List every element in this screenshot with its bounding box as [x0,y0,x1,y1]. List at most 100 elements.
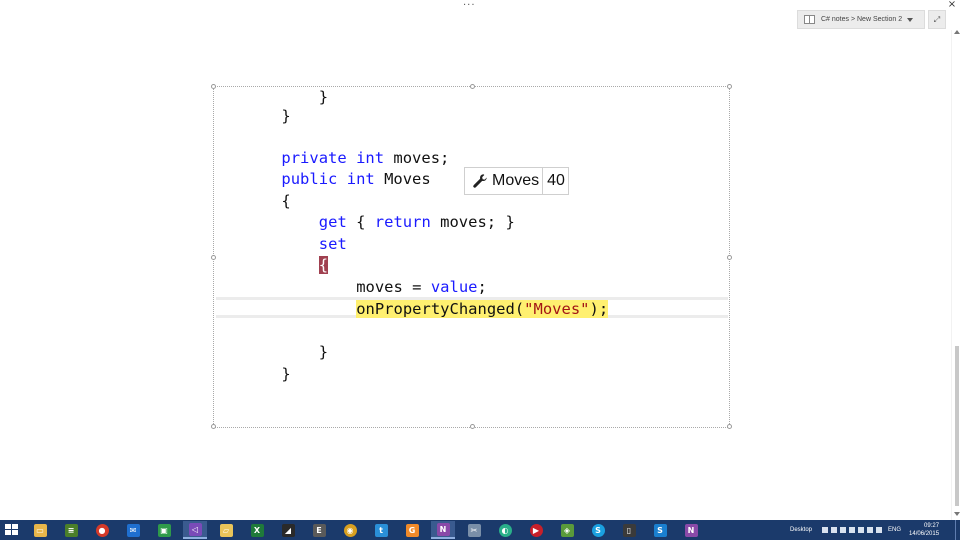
skype-icon: S [591,523,605,537]
taskbar-app-folder[interactable]: ▱ [214,521,238,539]
show-desktop-button[interactable] [955,520,960,540]
system-tray: Desktop ENG 09:27 14/06/2015 [790,520,939,540]
phone-app-icon: ▯ [622,523,636,537]
code-line: get { return moves; } [319,212,515,232]
datatip-variable-name: Moves [492,172,540,189]
code-line: } [281,364,290,384]
code-token: public [281,170,338,188]
code-token: } [318,343,329,361]
code-line: onPropertyChanged("Moves"); [356,299,609,319]
code-token: { [346,213,375,231]
clock[interactable]: 09:27 14/06/2015 [909,522,939,538]
taskbar-app-twitter[interactable]: t [369,521,393,539]
debug-datatip[interactable]: Moves 40 [464,167,569,195]
clock-date: 14/06/2015 [909,531,940,537]
code-token: set [318,235,347,253]
input-language[interactable]: ENG [888,527,901,533]
close-icon[interactable]: × [946,0,958,12]
notebook-path-label: C# notes > New Section 2 [821,16,903,23]
taskbar-app-mail[interactable]: ✉ [121,521,145,539]
code-line: private int moves; [281,148,449,168]
globe-app-icon: ◐ [498,523,512,537]
twitter-icon: t [374,523,388,537]
code-line: { [281,191,290,211]
code-token: ); [589,300,609,318]
taskbar-app-stacked-app[interactable]: ≡ [59,521,83,539]
code-token: { [318,256,329,274]
taskbar-app-snip-tool[interactable]: ✂ [462,521,486,539]
code-token: return [374,213,431,231]
taskbar-app-skype[interactable]: S [586,521,610,539]
window-menu-dots[interactable]: ··· [463,0,476,11]
code-token: } [281,107,291,125]
notebook-path-dropdown[interactable]: C# notes > New Section 2 [797,10,925,29]
onenote-icon: N [436,522,450,536]
file-explorer-icon: ▭ [33,523,47,537]
mail-icon: ✉ [126,523,140,537]
taskbar-app-evernote[interactable]: E [307,521,331,539]
code-line: public int Moves [281,169,430,189]
scroll-up-icon[interactable] [954,30,960,34]
onenote-window: ··· × C# notes > New Section 2 ⤢ }} priva… [0,0,960,540]
code-token: value [430,278,478,296]
excel-icon: X [250,523,264,537]
taskbar-app-phone-app[interactable]: ▯ [617,521,641,539]
code-line: } [319,342,328,362]
scroll-thumb[interactable] [955,346,959,506]
taskbar-app-file-explorer[interactable]: ▭ [28,521,52,539]
media-app-icon: ▶ [529,523,543,537]
vertical-scrollbar[interactable] [951,30,960,520]
onenote-2-icon: N [684,523,698,537]
skype-business-icon: S [653,523,667,537]
pasted-code-image[interactable]: }} private int moves; public int Moves{get… [211,84,732,429]
clock-time: 09:27 [924,523,940,529]
orange-app-icon: G [405,523,419,537]
code-token: } [281,365,291,383]
taskbar-app-onenote-2[interactable]: N [679,521,703,539]
scroll-down-icon[interactable] [954,512,960,516]
code-token: moves = [356,278,431,296]
snip-tool-icon: ✂ [467,523,481,537]
taskbar-app-visual-studio[interactable]: ◁ [183,521,207,539]
code-block: }} private int moves; public int Moves{get… [214,87,729,427]
code-token: { [281,192,291,210]
code-line: { [318,255,329,275]
chrome-icon: ◉ [343,523,357,537]
code-token: } [318,88,329,106]
windows-start-icon[interactable] [5,524,19,536]
code-token: int [356,149,385,167]
taskbar-app-onenote[interactable]: N [431,521,455,539]
code-token: private [281,149,347,167]
taskbar-app-green-app[interactable]: ◈ [555,521,579,539]
code-line: moves = value; [356,277,487,297]
code-line: } [281,106,290,126]
code-token: int [346,170,375,188]
taskbar-app-dark-app[interactable]: ◢ [276,521,300,539]
wrench-icon [473,174,487,188]
taskbar-app-circle-app[interactable]: ● [90,521,114,539]
taskbar-app-excel[interactable]: X [245,521,269,539]
tray-icons[interactable] [822,527,883,533]
code-line: } [319,87,328,107]
taskbar-app-media-app[interactable]: ▶ [524,521,548,539]
taskbar-app-orange-app[interactable]: G [400,521,424,539]
taskbar-app-chrome[interactable]: ◉ [338,521,362,539]
code-token: Moves [374,170,431,188]
code-line: set [319,234,347,254]
taskbar-app-skype-business[interactable]: S [648,521,672,539]
store-icon: ▣ [157,523,171,537]
desktop-toolbar-label[interactable]: Desktop [790,527,812,533]
taskbar-app-globe-app[interactable]: ◐ [493,521,517,539]
taskbar-app-store[interactable]: ▣ [152,521,176,539]
evernote-icon: E [312,523,326,537]
taskbar: ▭ ≡ ● ✉ ▣ ◁ ▱ X ◢ E ◉ t G N ✂ ◐ ▶ ◈ S ▯ S N Desktop ENG 09:27… [0,520,960,540]
code-token: "Moves" [524,300,590,318]
circle-app-icon: ● [95,523,109,537]
datatip-variable-value[interactable]: 40 [542,168,565,194]
notebook-icon [804,15,815,24]
code-token: moves; } [430,213,515,231]
expand-button[interactable]: ⤢ [928,10,946,29]
chevron-down-icon [907,17,914,22]
code-token: moves; [384,149,450,167]
